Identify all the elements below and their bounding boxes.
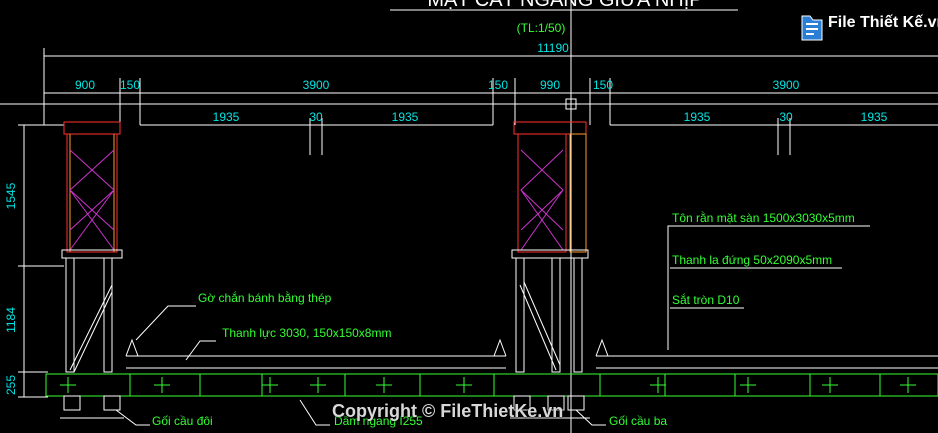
vdim-1: 1184 [4, 307, 18, 333]
overall-dim: 11190 [537, 41, 569, 55]
vdim-2: 255 [4, 375, 18, 395]
label-sat-tron: Sắt tròn D10 [672, 292, 740, 307]
sub-dim-1: 30 [309, 110, 323, 124]
label-ton-ran: Tôn rằn mặt sàn 1500x3030x5mm [672, 210, 855, 225]
sub-dim-0: 1935 [213, 110, 240, 124]
sub-dim-2: 1935 [392, 110, 419, 124]
file-folder-icon [801, 15, 823, 41]
label-thanh-la: Thanh la đứng 50x2090x5mm [672, 253, 832, 267]
top-dim-1: 150 [120, 78, 140, 92]
copyright-watermark: Copyright © FileThietKe.vn [332, 401, 564, 421]
top-dim-4: 990 [540, 78, 560, 92]
drawing-title: MẶT CẮT NGANG GIỮA NHỊP [427, 0, 702, 11]
left-tower [61, 121, 123, 373]
top-dim-5: 150 [593, 78, 613, 92]
top-dim-0: 900 [75, 78, 95, 92]
scale-label: (TL:1/50) [517, 21, 566, 35]
sub-dim-ticks [309, 118, 791, 155]
label-goi-doi: Gối cầu đôi [152, 414, 213, 428]
drawing-canvas: MẶT CẮT NGANG GIỮA NHỊP (TL:1/50) 11190 … [0, 0, 938, 433]
top-dim-3: 150 [488, 78, 508, 92]
cad-drawing: MẶT CẮT NGANG GIỮA NHỊP (TL:1/50) 11190 … [0, 0, 938, 433]
sub-dim-4: 30 [779, 110, 793, 124]
vertical-dim-ticks [18, 124, 64, 398]
top-dim-6: 3900 [773, 78, 800, 92]
label-goi-ba: Gối cầu ba [609, 414, 667, 428]
sub-dim-5: 1935 [861, 110, 888, 124]
label-thanh-luc: Thanh lực 3030, 150x150x8mm [222, 326, 391, 340]
deck [45, 338, 938, 397]
vdim-0: 1545 [4, 182, 18, 209]
watermark-logo: File Thiết Kế.vn [828, 14, 938, 31]
label-go-chan: Gờ chắn bánh bằng thép [198, 290, 332, 305]
sub-dim-3: 1935 [684, 110, 711, 124]
top-dim-ticks [119, 78, 611, 125]
top-dim-2: 3900 [303, 78, 330, 92]
right-tower [511, 121, 589, 373]
